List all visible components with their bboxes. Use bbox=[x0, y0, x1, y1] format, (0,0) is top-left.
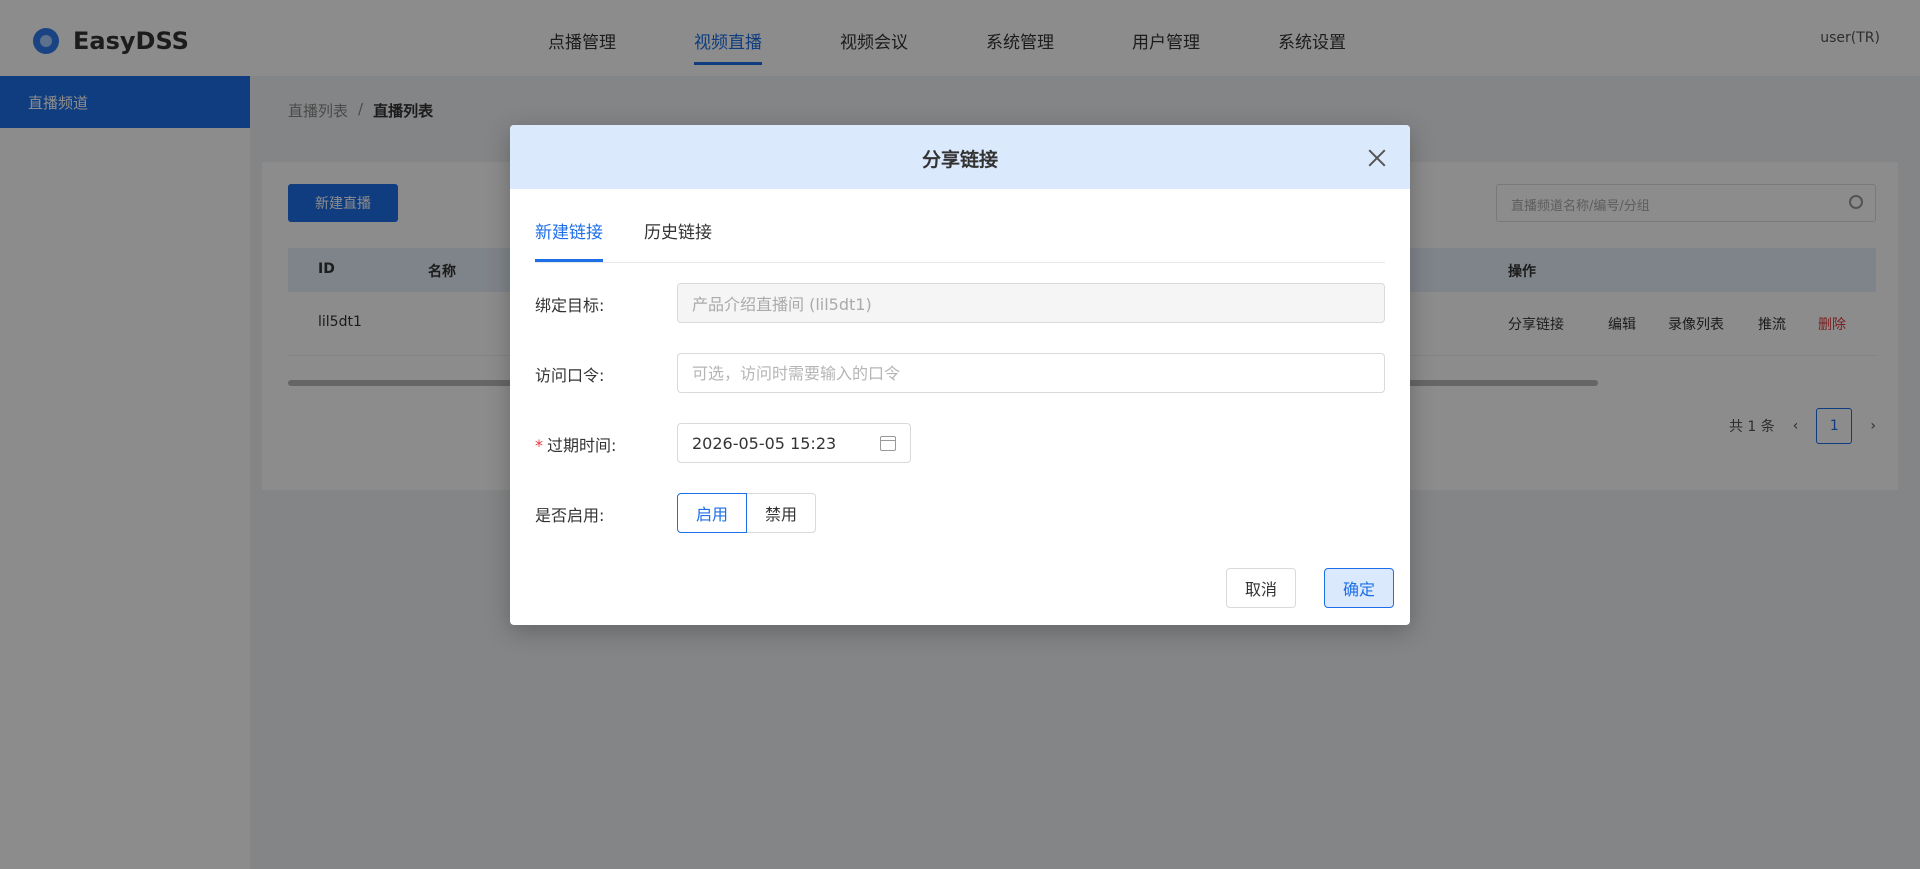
expire-date-picker[interactable]: 2026-05-05 15:23 bbox=[677, 423, 911, 463]
expire-label: * 过期时间: bbox=[535, 432, 616, 456]
target-value: 产品介绍直播间 (lil5dt1) bbox=[692, 295, 872, 314]
tab-history-link[interactable]: 历史链接 bbox=[644, 218, 712, 259]
dialog-tabs: 新建链接 历史链接 bbox=[535, 218, 1385, 263]
radio-disable[interactable]: 禁用 bbox=[747, 493, 817, 533]
cancel-button[interactable]: 取消 bbox=[1225, 568, 1296, 608]
confirm-button[interactable]: 确定 bbox=[1323, 568, 1394, 608]
tab-new-link[interactable]: 新建链接 bbox=[535, 218, 603, 262]
enabled-label: 是否启用: bbox=[535, 506, 605, 525]
dialog-title: 分享链接 bbox=[921, 149, 998, 171]
password-input[interactable] bbox=[692, 363, 1370, 383]
target-label: 绑定目标: bbox=[535, 296, 605, 315]
password-label: 访问口令: bbox=[535, 366, 605, 385]
radio-enable[interactable]: 启用 bbox=[677, 493, 748, 533]
enabled-radio-group: 启用 禁用 bbox=[677, 493, 817, 533]
expire-label-text: 过期时间: bbox=[547, 436, 617, 455]
target-field: 产品介绍直播间 (lil5dt1) bbox=[677, 283, 1385, 323]
password-field[interactable] bbox=[677, 353, 1385, 393]
expire-value: 2026-05-05 15:23 bbox=[692, 433, 837, 453]
required-mark: * bbox=[535, 436, 543, 455]
share-link-dialog: 分享链接 新建链接 历史链接 绑定目标: 产品介绍直播间 (lil5dt1) 访… bbox=[510, 125, 1410, 625]
dialog-header: 分享链接 bbox=[510, 125, 1410, 189]
close-icon[interactable] bbox=[1368, 149, 1386, 167]
calendar-icon[interactable] bbox=[880, 435, 896, 451]
